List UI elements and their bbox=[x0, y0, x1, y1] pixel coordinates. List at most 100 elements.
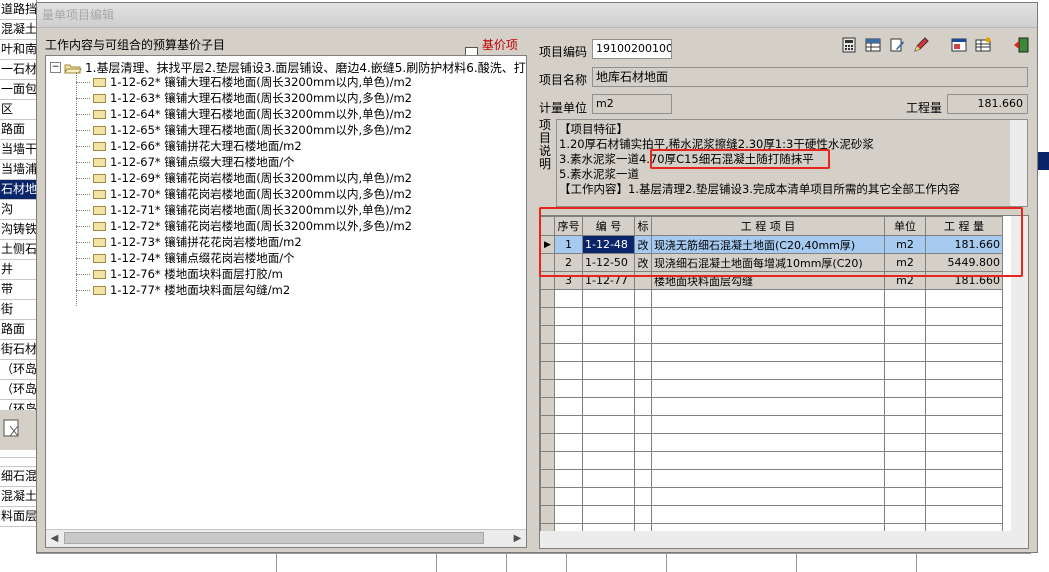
grid-cell-qty[interactable] bbox=[925, 325, 1003, 344]
row-indicator[interactable] bbox=[540, 325, 555, 344]
grid-cell-flag[interactable] bbox=[634, 469, 652, 488]
row-indicator[interactable] bbox=[540, 289, 555, 308]
grid-cell-code[interactable] bbox=[582, 361, 635, 380]
grid-cell-code[interactable] bbox=[582, 307, 635, 326]
grid-row[interactable] bbox=[540, 307, 1003, 326]
grid-cell-qty[interactable] bbox=[925, 487, 1003, 506]
grid-cell-name[interactable] bbox=[651, 397, 885, 416]
grid-cell-name[interactable] bbox=[651, 361, 885, 380]
scroll-right-icon[interactable]: ▶ bbox=[510, 531, 525, 546]
tree-item[interactable]: 1-12-74* 镶铺点缀花岗岩楼地面/个 bbox=[76, 250, 295, 266]
grid-cell-seq[interactable] bbox=[554, 433, 583, 452]
grid-cell-code[interactable] bbox=[582, 505, 635, 524]
tree-item[interactable]: 1-12-66* 镶铺拼花大理石楼地面/m2 bbox=[76, 138, 302, 154]
unit-field[interactable]: m2 bbox=[592, 94, 672, 114]
grid-cell-flag[interactable] bbox=[634, 289, 652, 308]
row-indicator[interactable] bbox=[540, 397, 555, 416]
tree-item[interactable]: 1-12-77* 楼地面块料面层勾缝/m2 bbox=[76, 282, 290, 298]
collapse-toggle[interactable]: − bbox=[50, 62, 61, 73]
grid-cell-unit[interactable] bbox=[884, 343, 926, 362]
grid-cell-name[interactable] bbox=[651, 505, 885, 524]
grid-cell-flag[interactable] bbox=[634, 397, 652, 416]
item-code-field[interactable]: 191002001004 bbox=[592, 39, 672, 59]
grid-cell-name[interactable] bbox=[651, 325, 885, 344]
tree-item[interactable]: 1-12-71* 镶铺花岗岩楼地面(周长3200mm以外,单色)/m2 bbox=[76, 202, 412, 218]
grid-cell-flag[interactable] bbox=[634, 505, 652, 524]
grid-cell-name[interactable] bbox=[651, 307, 885, 326]
table-icon[interactable] bbox=[865, 37, 881, 53]
grid-cell-unit[interactable] bbox=[884, 307, 926, 326]
tree-item[interactable]: 1-12-67* 镶铺点缀大理石楼地面/个 bbox=[76, 154, 295, 170]
grid-cell-unit[interactable] bbox=[884, 487, 926, 506]
grid-cell-flag[interactable] bbox=[634, 487, 652, 506]
grid-cell-code[interactable] bbox=[582, 433, 635, 452]
tree-item[interactable]: 1-12-72* 镶铺花岗岩楼地面(周长3200mm以外,多色)/m2 bbox=[76, 218, 412, 234]
grid-cell-seq[interactable] bbox=[554, 325, 583, 344]
quantity-field[interactable]: 181.660 bbox=[947, 94, 1028, 114]
grid-row[interactable] bbox=[540, 469, 1003, 488]
grid-cell-flag[interactable] bbox=[634, 451, 652, 470]
grid-cell-code[interactable] bbox=[582, 451, 635, 470]
window-icon[interactable] bbox=[951, 37, 967, 53]
grid-cell-flag[interactable] bbox=[634, 415, 652, 434]
grid-cell-qty[interactable] bbox=[925, 415, 1003, 434]
grid-cell-name[interactable] bbox=[651, 379, 885, 398]
tree-item[interactable]: 1-12-63* 镶铺大理石楼地面(周长3200mm以内,多色)/m2 bbox=[76, 90, 412, 106]
grid-cell-seq[interactable] bbox=[554, 289, 583, 308]
grid-cell-name[interactable] bbox=[651, 469, 885, 488]
grid-cell-flag[interactable] bbox=[634, 325, 652, 344]
grid-cell-qty[interactable] bbox=[925, 433, 1003, 452]
grid-cell-seq[interactable] bbox=[554, 397, 583, 416]
grid-cell-code[interactable] bbox=[582, 343, 635, 362]
grid-cell-name[interactable] bbox=[651, 415, 885, 434]
grid-row[interactable] bbox=[540, 487, 1003, 506]
grid-row[interactable] bbox=[540, 379, 1003, 398]
tree-item[interactable]: 1-12-76* 楼地面块料面层打胶/m bbox=[76, 266, 283, 282]
tree-item[interactable]: 1-12-64* 镶铺大理石楼地面(周长3200mm以外,单色)/m2 bbox=[76, 106, 412, 122]
grid-horizontal-scrollbar[interactable] bbox=[540, 531, 1012, 548]
tree-item[interactable]: 1-12-62* 镶铺大理石楼地面(周长3200mm以内,单色)/m2 bbox=[76, 74, 412, 90]
tree-item[interactable]: 1-12-69* 镶铺花岗岩楼地面(周长3200mm以内,单色)/m2 bbox=[76, 170, 412, 186]
grid-cell-seq[interactable] bbox=[554, 469, 583, 488]
grid-cell-unit[interactable] bbox=[884, 325, 926, 344]
grid-cell-unit[interactable] bbox=[884, 415, 926, 434]
grid-cell-unit[interactable] bbox=[884, 289, 926, 308]
row-indicator[interactable] bbox=[540, 469, 555, 488]
exit-door-icon[interactable] bbox=[1013, 37, 1029, 53]
grid-cell-code[interactable] bbox=[582, 289, 635, 308]
grid-cell-flag[interactable] bbox=[634, 343, 652, 362]
grid-cell-qty[interactable] bbox=[925, 361, 1003, 380]
grid-row[interactable] bbox=[540, 415, 1003, 434]
grid-row[interactable] bbox=[540, 343, 1003, 362]
tree-item[interactable]: 1-12-65* 镶铺大理石楼地面(周长3200mm以外,多色)/m2 bbox=[76, 122, 412, 138]
work-content-tree[interactable]: − 1.基层清理、抹找平层2.垫层铺设3.面层铺设、磨边4.嵌缝5.刷防护材料6… bbox=[45, 55, 527, 548]
grid-row[interactable] bbox=[540, 505, 1003, 524]
grid-cell-unit[interactable] bbox=[884, 469, 926, 488]
grid-cell-qty[interactable] bbox=[925, 307, 1003, 326]
grid-cell-unit[interactable] bbox=[884, 397, 926, 416]
grid-cell-code[interactable] bbox=[582, 469, 635, 488]
pencil-icon[interactable] bbox=[913, 37, 929, 53]
grid-cell-qty[interactable] bbox=[925, 343, 1003, 362]
grid-cell-flag[interactable] bbox=[634, 433, 652, 452]
grid-row[interactable] bbox=[540, 289, 1003, 308]
row-indicator[interactable] bbox=[540, 487, 555, 506]
grid-cell-unit[interactable] bbox=[884, 379, 926, 398]
tree-item[interactable]: 1-12-73* 镶铺拼花花岗岩楼地面/m2 bbox=[76, 234, 302, 250]
grid-cell-seq[interactable] bbox=[554, 415, 583, 434]
scroll-left-icon[interactable]: ◀ bbox=[47, 531, 62, 546]
row-indicator[interactable] bbox=[540, 505, 555, 524]
grid-cell-code[interactable] bbox=[582, 379, 635, 398]
grid-cell-seq[interactable] bbox=[554, 451, 583, 470]
row-indicator[interactable] bbox=[540, 307, 555, 326]
grid-cell-qty[interactable] bbox=[925, 469, 1003, 488]
grid-cell-unit[interactable] bbox=[884, 451, 926, 470]
grid-row[interactable] bbox=[540, 325, 1003, 344]
grid-cell-qty[interactable] bbox=[925, 289, 1003, 308]
grid-cell-qty[interactable] bbox=[925, 505, 1003, 524]
grid-cell-unit[interactable] bbox=[884, 433, 926, 452]
grid-cell-seq[interactable] bbox=[554, 361, 583, 380]
grid-cell-flag[interactable] bbox=[634, 361, 652, 380]
grid-cell-name[interactable] bbox=[651, 433, 885, 452]
grid-cell-seq[interactable] bbox=[554, 343, 583, 362]
